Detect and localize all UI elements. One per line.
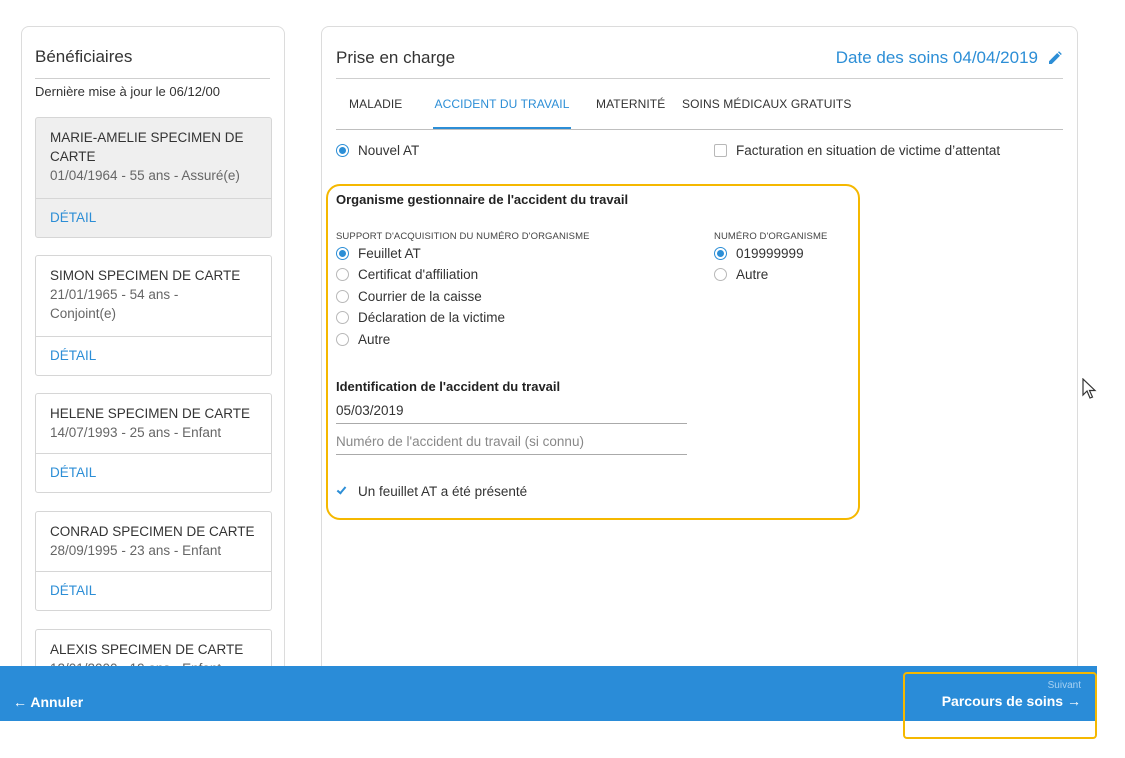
support-option-label: Feuillet AT	[358, 246, 421, 261]
new-at-label: Nouvel AT	[358, 143, 420, 158]
beneficiary-card[interactable]: MARIE-AMELIE SPECIMEN DE CARTE 01/04/196…	[35, 117, 272, 238]
support-label: SUPPORT D'ACQUISITION DU NUMÉRO D'ORGANI…	[336, 231, 590, 242]
org-number-option[interactable]: Autre	[714, 267, 768, 282]
beneficiary-name: SIMON SPECIMEN DE CARTE	[50, 268, 241, 283]
care-date: Date des soins 04/04/2019	[836, 48, 1062, 68]
radio-selected-icon[interactable]	[714, 247, 727, 260]
beneficiary-name: HELENE SPECIMEN DE CARTE	[50, 406, 251, 421]
org-number-option[interactable]: 019999999	[714, 246, 804, 261]
org-number-option-label: 019999999	[736, 246, 804, 261]
feuillet-presented-checkbox[interactable]: Un feuillet AT a été présenté	[336, 484, 527, 499]
support-option-label: Autre	[358, 332, 391, 347]
beneficiary-card[interactable]: SIMON SPECIMEN DE CARTE 21/01/1965 - 54 …	[35, 255, 272, 376]
support-option[interactable]: Autre	[336, 332, 390, 347]
tab-bar: MALADIE ACCIDENT DU TRAVAIL MATERNITÉ SO…	[336, 95, 851, 130]
radio-icon[interactable]	[336, 333, 349, 346]
field-underline	[336, 423, 687, 424]
radio-selected-icon[interactable]	[336, 144, 349, 157]
beneficiary-info: 28/09/1995 - 23 ans - Enfant	[50, 543, 222, 558]
support-option[interactable]: Déclaration de la victime	[336, 310, 505, 325]
ident-section-title: Identification de l'accident du travail	[336, 379, 561, 394]
pencil-icon[interactable]	[1048, 51, 1062, 65]
attentat-label: Facturation en situation de victime d’at…	[736, 143, 1001, 158]
tab-soins-medicaux-gratuits[interactable]: SOINS MÉDICAUX GRATUITS	[682, 95, 851, 130]
radio-icon[interactable]	[336, 290, 349, 303]
beneficiaries-panel: Bénéficiaires Dernière mise à jour le 06…	[21, 26, 285, 686]
support-option-label: Certificat d'affiliation	[358, 267, 479, 282]
tab-underline	[336, 129, 1063, 130]
org-number-label: NUMÉRO D'ORGANISME	[714, 231, 828, 242]
beneficiary-info: 14/07/1993 - 25 ans - Enfant	[50, 425, 222, 440]
radio-icon[interactable]	[336, 311, 349, 324]
support-option-label: Déclaration de la victime	[358, 310, 506, 325]
beneficiary-detail-link[interactable]: DÉTAIL	[36, 336, 271, 375]
checkbox-icon[interactable]	[714, 144, 727, 157]
tab-maternite[interactable]: MATERNITÉ	[596, 95, 682, 130]
mouse-cursor-icon	[1082, 378, 1097, 399]
cancel-button[interactable]: ← Annuler	[13, 694, 83, 710]
beneficiary-card[interactable]: CONRAD SPECIMEN DE CARTE 28/09/1995 - 23…	[35, 511, 272, 611]
tab-maladie[interactable]: MALADIE	[349, 95, 433, 130]
support-option[interactable]: Certificat d'affiliation	[336, 267, 478, 282]
attentat-checkbox[interactable]: Facturation en situation de victime d’at…	[714, 143, 1000, 158]
page-title: Prise en charge	[336, 48, 456, 67]
divider	[35, 78, 270, 79]
field-underline	[336, 454, 687, 455]
org-section-title: Organisme gestionnaire de l'accident du …	[336, 192, 629, 207]
beneficiary-info: 21/01/1965 - 54 ans - Conjoint(e)	[50, 287, 179, 321]
accident-date-field[interactable]: 05/03/2019	[336, 403, 404, 418]
beneficiary-name: CONRAD SPECIMEN DE CARTE	[50, 524, 255, 539]
beneficiary-detail-link[interactable]: DÉTAIL	[36, 571, 271, 610]
checkmark-icon[interactable]	[336, 484, 349, 498]
beneficiary-name: MARIE-AMELIE SPECIMEN DE CARTE	[50, 130, 244, 164]
accident-number-field[interactable]: Numéro de l'accident du travail (si conn…	[336, 434, 584, 449]
beneficiary-detail-link[interactable]: DÉTAIL	[36, 198, 271, 237]
org-number-option-label: Autre	[736, 267, 769, 282]
radio-selected-icon[interactable]	[336, 247, 349, 260]
beneficiary-card[interactable]: HELENE SPECIMEN DE CARTE 14/07/1993 - 25…	[35, 393, 272, 493]
support-option-label: Courrier de la caisse	[358, 289, 482, 304]
care-date-text: Date des soins 04/04/2019	[835, 48, 1038, 67]
support-option[interactable]: Courrier de la caisse	[336, 289, 482, 304]
last-update-text: Dernière mise à jour le 06/12/00	[35, 84, 220, 99]
tab-accident-du-travail[interactable]: ACCIDENT DU TRAVAIL	[433, 95, 571, 130]
beneficiaries-title: Bénéficiaires	[35, 47, 133, 66]
new-at-radio[interactable]: Nouvel AT	[336, 143, 419, 158]
beneficiary-detail-link[interactable]: DÉTAIL	[36, 453, 271, 492]
support-option[interactable]: Feuillet AT	[336, 246, 421, 261]
next-button-highlight	[903, 672, 1097, 739]
feuillet-presented-label: Un feuillet AT a été présenté	[358, 484, 528, 499]
radio-icon[interactable]	[336, 268, 349, 281]
coverage-panel: Prise en charge Date des soins 04/04/201…	[321, 26, 1078, 686]
beneficiary-info: 01/04/1964 - 55 ans - Assuré(e)	[50, 168, 240, 183]
beneficiary-name: ALEXIS SPECIMEN DE CARTE	[50, 642, 244, 657]
divider	[336, 78, 1063, 79]
radio-icon[interactable]	[714, 268, 727, 281]
